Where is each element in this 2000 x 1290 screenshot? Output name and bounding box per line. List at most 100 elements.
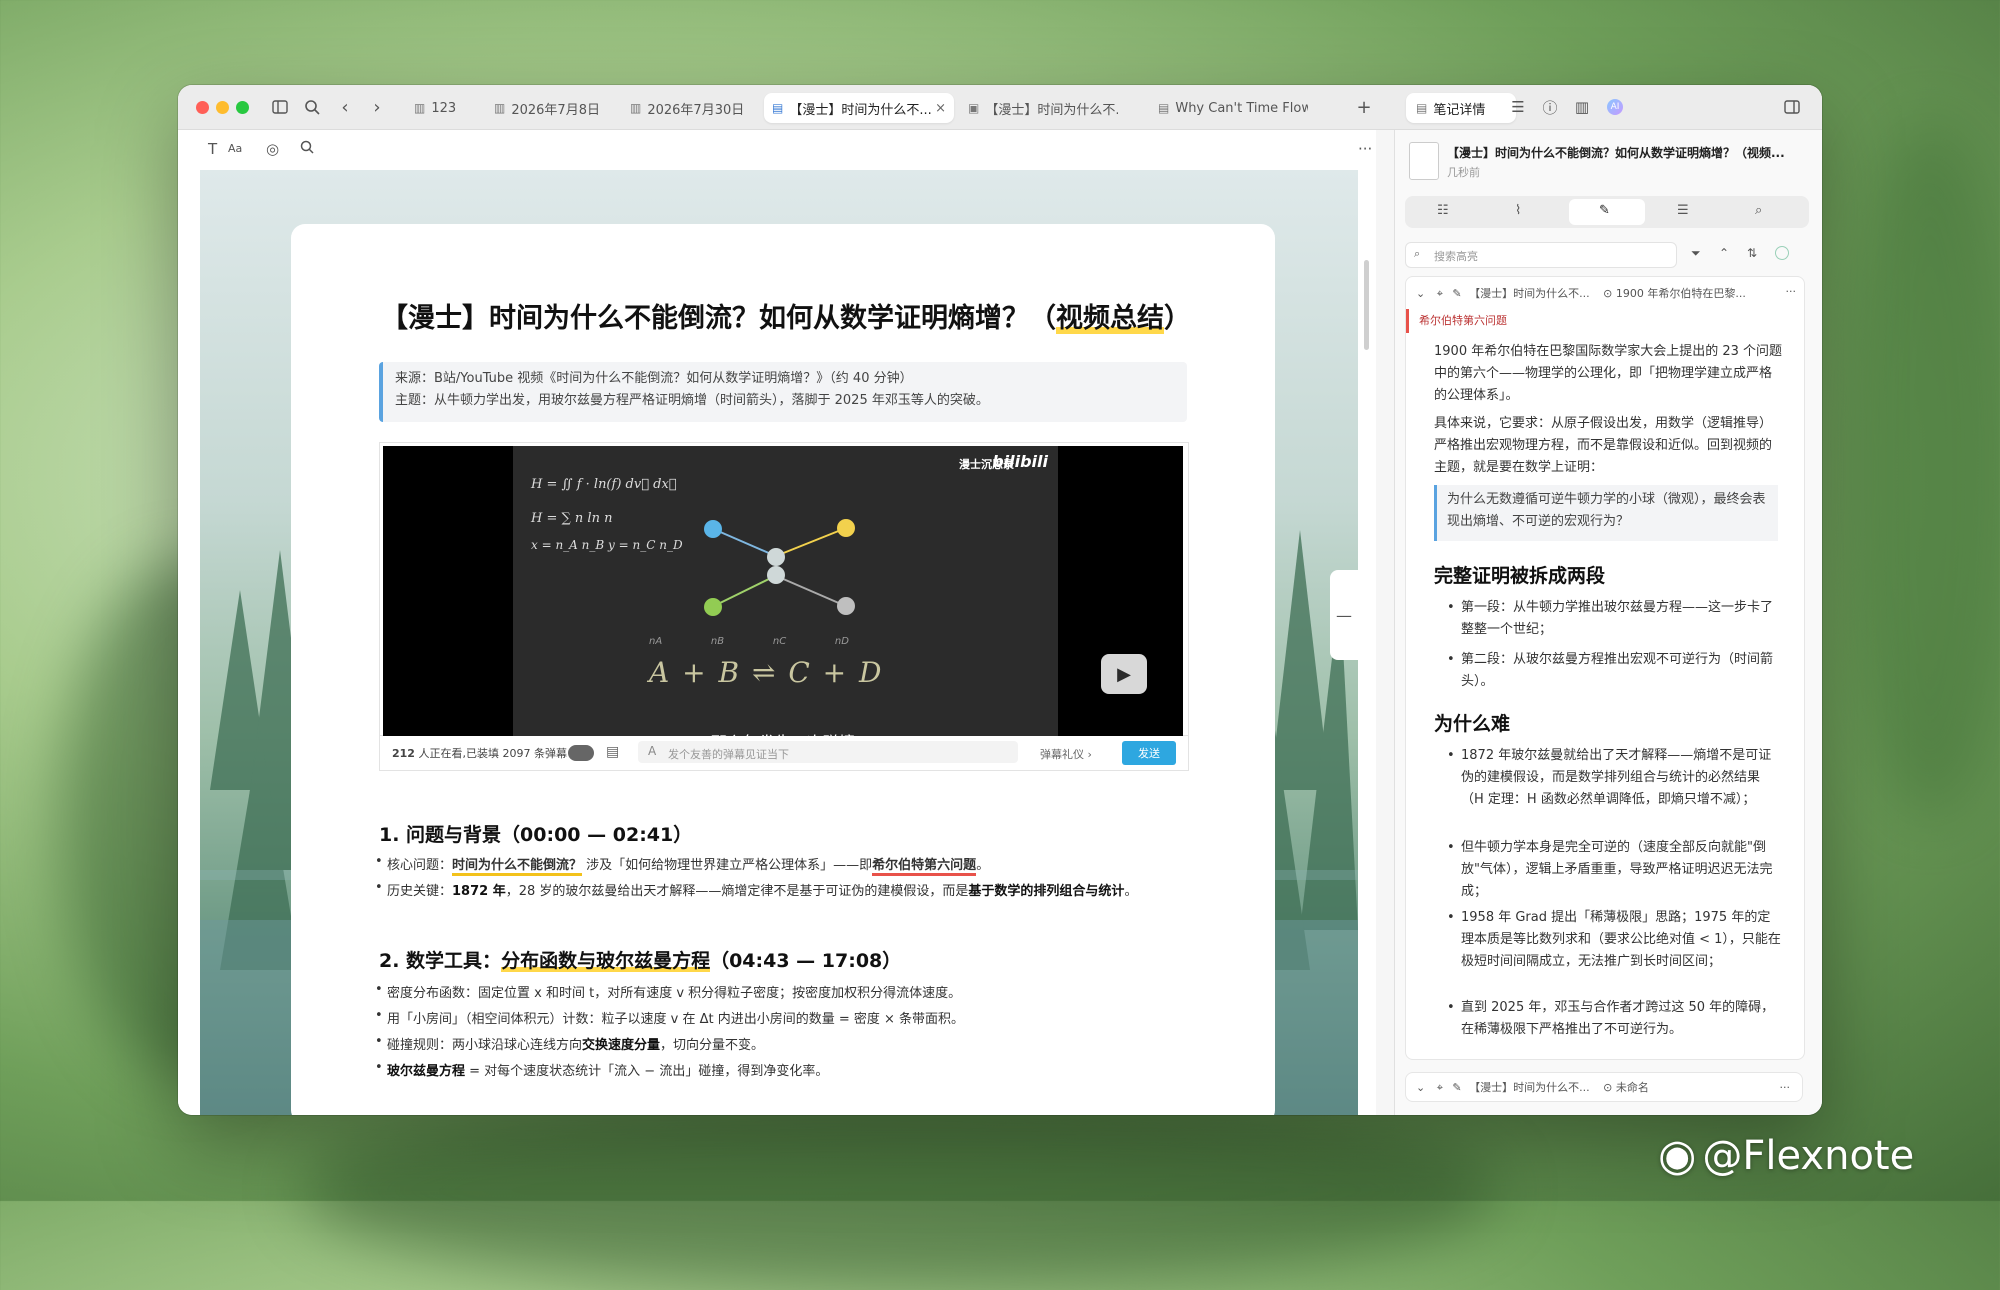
minimize-window-button[interactable]: [216, 101, 229, 114]
section-1-bullet-1: 核心问题：时间为什么不能倒流？ 涉及「如何给物理世界建立严格公理体系」——即希尔…: [375, 854, 989, 876]
highlight-card: ⌄ ⌖ ✎ 【漫士】时间为什么不... ⊙ 1900 年希尔伯特在巴黎... ·…: [1405, 276, 1805, 1060]
link-icon: ⊙: [1603, 1081, 1613, 1094]
more-icon[interactable]: ···: [1786, 285, 1797, 298]
close-window-button[interactable]: [196, 101, 209, 114]
tasks-icon[interactable]: ☷: [1437, 203, 1449, 218]
filter-icon[interactable]: ⏷: [1691, 246, 1701, 261]
note-background: 【漫士】时间为什么不能倒流？如何从数学证明熵增？（视频总结） 来源：B站/You…: [200, 170, 1358, 1115]
tab-2026-07-30[interactable]: ▥ 2026年7月30日: [630, 93, 746, 123]
more-icon[interactable]: ···: [1358, 140, 1372, 158]
note-card: 【漫士】时间为什么不能倒流？如何从数学证明熵增？（视频总结） 来源：B站/You…: [291, 224, 1275, 1115]
highlight-heading-2: 为什么难: [1434, 713, 1511, 735]
add-tab-button[interactable]: +: [1354, 97, 1374, 118]
weibo-logo-icon: ◉: [1658, 1130, 1697, 1181]
list-icon[interactable]: ☰: [1508, 97, 1528, 117]
highlight-paragraph-2: 具体来说，它要求：从原子假设出发，用数学（逻辑推导）严格推出宏观物理方程，而不是…: [1434, 416, 1773, 475]
tab-video[interactable]: ▣ 【漫士】时间为什么不...: [968, 93, 1118, 123]
tab-note-details[interactable]: ▤ 笔记详情: [1406, 93, 1516, 123]
close-tab-icon[interactable]: ×: [935, 101, 946, 116]
select-all-checkbox[interactable]: [1775, 246, 1789, 260]
highlighter-icon: ✎: [1452, 1081, 1462, 1094]
highlight-h2-bullet-4: 直到 2025 年，邓玉与合作者才跨过这 50 年的障碍，在稀薄极限下严格推出了…: [1447, 997, 1781, 1041]
info-icon[interactable]: ⓘ: [1540, 97, 1560, 117]
font-size-icon[interactable]: Aa: [228, 142, 242, 155]
forward-arrow-icon[interactable]: ›: [368, 97, 386, 118]
doc-icon: ▤: [772, 101, 784, 115]
video-frame[interactable]: 漫士沉思录 bilibili H = ∬ f · ln(f) dv⃗ dx⃗ H…: [383, 446, 1183, 752]
search-panel-icon[interactable]: ⌕: [1755, 203, 1762, 218]
right-panel-toggle-icon[interactable]: [1782, 97, 1802, 117]
editor-toolbar: T Aa ◎ ···: [178, 130, 1376, 170]
outline-icon[interactable]: ☰: [1677, 203, 1689, 218]
tab-note-active[interactable]: ▤ 【漫士】时间为什么不... ×: [764, 93, 954, 123]
section-2-bullet-1: 密度分布函数：固定位置 x 和时间 t，对所有速度 v 积分得粒子密度；按密度加…: [375, 982, 961, 1001]
book-icon: ▥: [630, 101, 642, 115]
danmaku-bar: 212 人正在看,已装填 2097 条弹幕 ▤ A 发个友善的弹幕见证当下 弹幕…: [379, 736, 1189, 771]
highlight-search-input[interactable]: ⌕ 搜索高亮: [1405, 242, 1677, 268]
highlight-card-collapsed[interactable]: ⌄ ⌖ ✎ 【漫士】时间为什么不... ⊙ 未命名 ···: [1405, 1072, 1803, 1102]
book-icon: ▥: [494, 101, 506, 115]
more-icon[interactable]: ···: [1780, 1073, 1791, 1103]
note-title-sidebar[interactable]: 【漫士】时间为什么不能倒流？如何从数学证明熵增？（视频...: [1447, 144, 1807, 161]
highlight-tag: 希尔伯特第六问题: [1406, 309, 1804, 333]
highlight-heading-1: 完整证明被拆成两段: [1434, 565, 1606, 587]
highlighter-icon: ✎: [1452, 287, 1462, 300]
play-tv-icon[interactable]: ▶: [1101, 654, 1147, 694]
collapse-up-icon[interactable]: ⌃: [1719, 246, 1729, 260]
video-icon: ▣: [968, 101, 980, 115]
editor-pane: T Aa ◎ ··· 【漫士】时间为什么不能倒流？如何从数学证明熵增？（视频总结…: [178, 130, 1376, 1115]
send-danmaku-button[interactable]: 发送: [1122, 741, 1176, 765]
editor-scrollbar[interactable]: [1364, 260, 1369, 350]
highlight-paragraph-1: 1900 年希尔伯特在巴黎国际数学家大会上提出的 23 个问题中的第六个——物理…: [1434, 344, 1783, 403]
video-slide: 漫士沉思录 bilibili H = ∬ f · ln(f) dv⃗ dx⃗ H…: [513, 446, 1058, 751]
section-1-bullet-2: 历史关键：1872 年，28 岁的玻尔兹曼给出天才解释——熵增定律不是基于可证伪…: [375, 880, 1137, 899]
danmaku-input[interactable]: A 发个友善的弹幕见证当下: [638, 741, 1018, 763]
find-icon[interactable]: [300, 140, 314, 154]
section-2-bullet-4: 玻尔兹曼方程 = 对每个速度状态统计「流入 − 流出」碰撞，得到净变化率。: [375, 1060, 828, 1079]
search-icon[interactable]: [302, 97, 322, 117]
link-icon: ⊙: [1603, 287, 1613, 300]
search-icon: ⌕: [1414, 247, 1421, 260]
collapse-panel-handle[interactable]: —: [1330, 570, 1358, 660]
palette-icon[interactable]: ◎: [266, 140, 279, 158]
chevron-down-icon[interactable]: ⌄: [1416, 1081, 1425, 1094]
reaction-equation: A + B ⇌ C + D: [649, 656, 884, 689]
highlight-quote: 为什么无数遵循可逆牛顿力学的小球（微观），最终会表现出熵增、不可逆的宏观行为？: [1434, 485, 1778, 541]
ai-icon[interactable]: AI: [1604, 97, 1626, 117]
tab-123[interactable]: ▥ 123: [414, 93, 474, 123]
reaction-labels: nA nB nC nD: [649, 636, 849, 647]
map-icon[interactable]: ▥: [1572, 97, 1592, 117]
section-2-heading: 2. 数学工具：分布函数与玻尔兹曼方程（04:43 — 17:08）: [379, 950, 902, 972]
title-bar: ‹ › ▥ 123 ▥ 2026年7月8日 ▥ 2026年7月30日 ▤ 【漫士】时间为…: [178, 85, 1822, 130]
collision-diagram: [704, 519, 855, 616]
sidebar-toggle-icon[interactable]: [270, 97, 290, 117]
sort-icon[interactable]: ⇅: [1747, 246, 1757, 260]
text-format-icon[interactable]: T: [208, 140, 217, 158]
highlighter-icon: ✎: [1599, 203, 1610, 218]
section-1-heading: 1. 问题与背景（00:00 — 02:41）: [379, 824, 693, 846]
highlight-h1-bullet-2: 第二段：从玻尔兹曼方程推出宏观不可逆行为（时间箭头）。: [1447, 649, 1781, 693]
app-window: ‹ › ▥ 123 ▥ 2026年7月8日 ▥ 2026年7月30日 ▤ 【漫士】时间为…: [178, 85, 1822, 1115]
zoom-window-button[interactable]: [236, 101, 249, 114]
note-timestamp: 几秒前: [1447, 166, 1480, 179]
tab-2026-07-08[interactable]: ▥ 2026年7月8日: [494, 93, 604, 123]
highlight-h2-bullet-1: 1872 年玻尔兹曼就给出了天才解释——熵增不是可证伪的建模假设，而是数学排列组…: [1447, 745, 1781, 811]
tab-why-cant-time-flow[interactable]: ▤Why Can't Time Flow ...: [1158, 93, 1308, 123]
doc-icon: ▤: [1416, 101, 1428, 115]
highlight-h1-bullet-1: 第一段：从牛顿力学推出玻尔兹曼方程——这一步卡了整整一个世纪；: [1447, 597, 1781, 641]
note-thumbnail-icon: [1409, 142, 1439, 180]
note-title: 【漫士】时间为什么不能倒流？如何从数学证明熵增？（视频总结）: [381, 303, 1191, 334]
watermark: ◉ @Flexnote: [1658, 1130, 1915, 1181]
attachment-icon[interactable]: ⌇: [1515, 203, 1521, 218]
source-quote: 来源：B站/YouTube 视频《时间为什么不能倒流？如何从数学证明熵增？》（约…: [379, 362, 1187, 422]
pin-icon[interactable]: ⌖: [1437, 287, 1443, 300]
viewer-count: 212: [392, 747, 415, 760]
danmaku-settings-icon[interactable]: ▤: [606, 744, 619, 760]
video-player[interactable]: 漫士沉思录 bilibili H = ∬ f · ln(f) dv⃗ dx⃗ H…: [379, 442, 1189, 752]
highlight-h2-bullet-3: 1958 年 Grad 提出「稀薄极限」思路；1975 年的定理本质是等比数列求…: [1447, 907, 1781, 973]
section-2-bullet-2: 用「小房间」（相空间体积元）计数：粒子以速度 v 在 Δt 内进出小房间的数量 …: [375, 1008, 964, 1027]
chevron-down-icon[interactable]: ⌄: [1416, 287, 1425, 300]
danmaku-etiquette-link[interactable]: 弹幕礼仪 ›: [1040, 746, 1092, 762]
danmaku-toggle[interactable]: [568, 745, 594, 761]
back-arrow-icon[interactable]: ‹: [336, 97, 354, 118]
